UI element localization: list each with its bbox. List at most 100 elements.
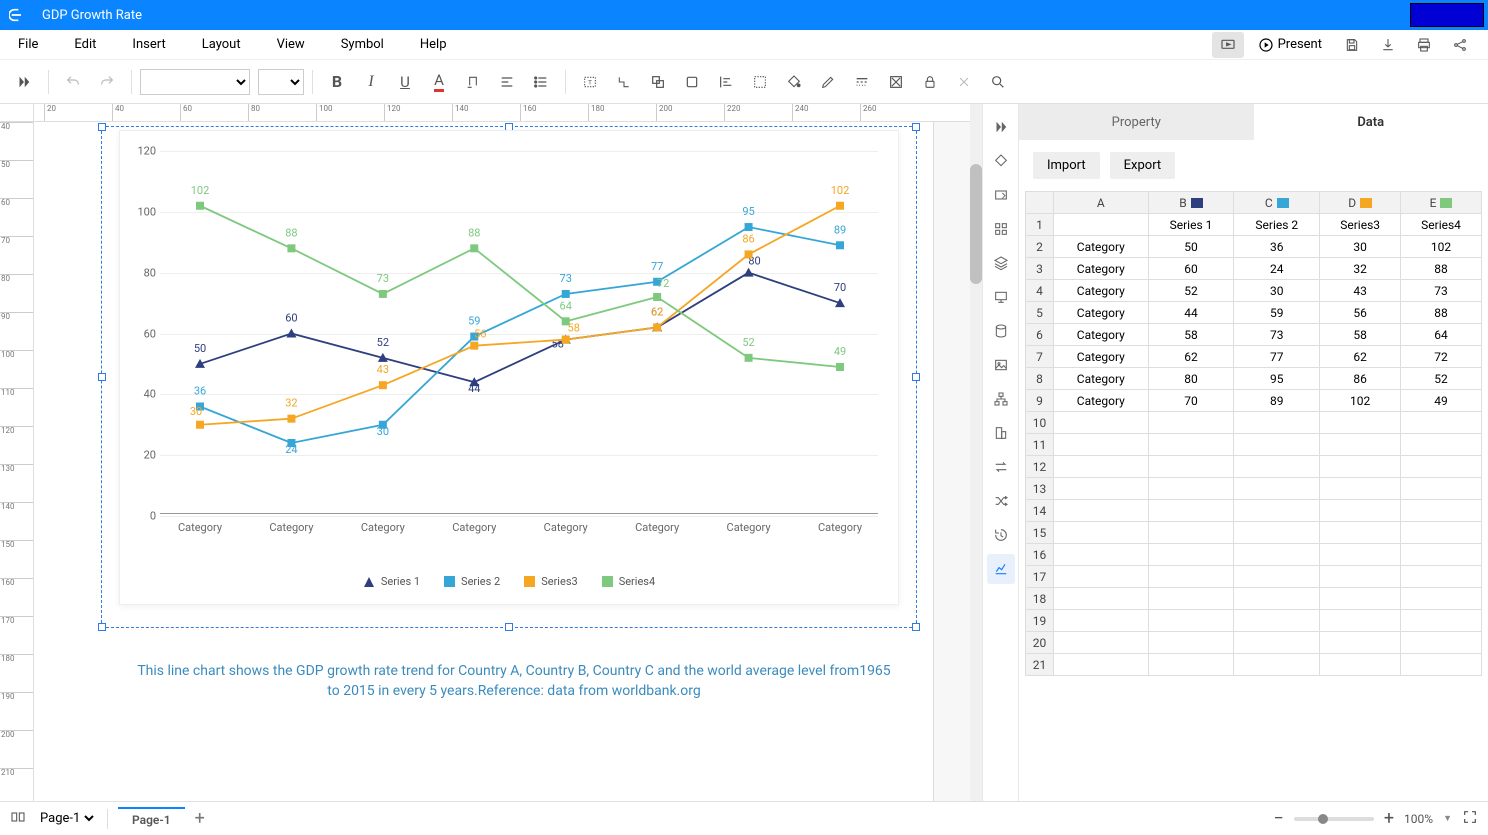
bold-icon[interactable]: B [321, 66, 353, 98]
expand-icon[interactable] [8, 66, 40, 98]
swap-panel-icon[interactable] [987, 452, 1015, 482]
ruler-horizontal: 20406080100120140160180200220240260 [34, 104, 982, 122]
panel-tabs: Property Data [1019, 104, 1488, 140]
fullscreen-icon[interactable] [1462, 809, 1478, 828]
zoom-out-button[interactable]: − [1274, 808, 1284, 829]
fill-panel-icon[interactable] [987, 146, 1015, 176]
font-family-select[interactable] [140, 69, 250, 95]
redo-icon[interactable] [91, 66, 123, 98]
add-page-button[interactable]: + [195, 808, 205, 829]
svg-text:60: 60 [285, 312, 297, 325]
svg-text:73: 73 [560, 272, 572, 285]
tools-icon[interactable] [948, 66, 980, 98]
app-logo [0, 0, 34, 30]
menubar: FileEditInsertLayoutViewSymbolHelp Prese… [0, 30, 1488, 60]
svg-text:52: 52 [742, 336, 754, 349]
chart-legend: Series 1Series 2Series3Series4 [120, 575, 898, 588]
svg-text:43: 43 [377, 363, 389, 376]
canvas[interactable]: 20406080100120140160180200220240260 4050… [0, 104, 982, 801]
svg-text:56: 56 [474, 328, 486, 341]
menu-help[interactable]: Help [402, 37, 465, 52]
svg-text:64: 64 [560, 299, 572, 312]
building-panel-icon[interactable] [987, 418, 1015, 448]
align-obj-icon[interactable] [710, 66, 742, 98]
present-button[interactable]: Present [1248, 32, 1332, 58]
document-title: GDP Growth Rate [42, 8, 142, 23]
svg-text:88: 88 [285, 226, 297, 239]
chart[interactable]: 020406080100120CategoryCategoryCategoryC… [119, 130, 899, 605]
presentation-panel-icon[interactable] [987, 282, 1015, 312]
print-icon[interactable] [1408, 32, 1440, 58]
undo-icon[interactable] [57, 66, 89, 98]
history-panel-icon[interactable] [987, 520, 1015, 550]
svg-text:102: 102 [191, 184, 210, 197]
svg-text:30: 30 [190, 405, 202, 418]
layers-panel-icon[interactable] [987, 248, 1015, 278]
zoom-slider[interactable] [1294, 817, 1374, 821]
svg-text:70: 70 [834, 281, 846, 294]
export-button[interactable]: Export [1110, 152, 1176, 179]
shape2-icon[interactable] [676, 66, 708, 98]
download-icon[interactable] [1372, 32, 1404, 58]
present-label: Present [1278, 37, 1322, 52]
data-spreadsheet[interactable]: ABCDE1Series 1Series 2Series3Series42Cat… [1019, 191, 1488, 801]
save-icon[interactable] [1336, 32, 1368, 58]
connector-icon[interactable] [608, 66, 640, 98]
line-style-icon[interactable] [846, 66, 878, 98]
menu-symbol[interactable]: Symbol [323, 37, 402, 52]
lock-icon[interactable] [914, 66, 946, 98]
svg-text:72: 72 [657, 277, 669, 290]
font-size-select[interactable] [258, 69, 304, 95]
menu-file[interactable]: File [0, 37, 56, 52]
menu-layout[interactable]: Layout [184, 37, 259, 52]
vertical-scrollbar[interactable] [970, 104, 982, 801]
import-button[interactable]: Import [1033, 152, 1100, 179]
zoom-in-button[interactable]: + [1384, 808, 1394, 829]
svg-text:32: 32 [285, 397, 297, 410]
hierarchy-panel-icon[interactable] [987, 384, 1015, 414]
menu-view[interactable]: View [259, 37, 323, 52]
data-panel-icon[interactable] [987, 316, 1015, 346]
right-panel: Property Data Import Export ABCDE1Series… [1018, 104, 1488, 801]
underline-icon[interactable]: U [389, 66, 421, 98]
collapse-panel-icon[interactable] [987, 112, 1015, 142]
page-select[interactable]: Page-1 [36, 810, 97, 827]
page-tab[interactable]: Page-1 [118, 807, 185, 831]
svg-text:44: 44 [468, 382, 480, 395]
image-panel-icon[interactable] [987, 350, 1015, 380]
search-icon[interactable] [982, 66, 1014, 98]
highlight-icon[interactable] [457, 66, 489, 98]
svg-text:T: T [588, 78, 592, 86]
shape1-icon[interactable] [642, 66, 674, 98]
font-color-icon[interactable]: A [423, 66, 455, 98]
fill-icon[interactable] [778, 66, 810, 98]
align-icon[interactable] [491, 66, 523, 98]
list-icon[interactable] [525, 66, 557, 98]
menu-insert[interactable]: Insert [114, 37, 183, 52]
export-panel-icon[interactable] [987, 180, 1015, 210]
italic-icon[interactable]: I [355, 66, 387, 98]
shuffle-panel-icon[interactable] [987, 486, 1015, 516]
checkbox-icon[interactable] [880, 66, 912, 98]
textbox-icon[interactable]: T [574, 66, 606, 98]
share-icon[interactable] [1444, 32, 1476, 58]
menu-edit[interactable]: Edit [56, 37, 114, 52]
svg-text:52: 52 [377, 336, 389, 349]
svg-text:50: 50 [194, 342, 206, 355]
side-toolbar [982, 104, 1018, 801]
window-button[interactable] [1410, 3, 1484, 27]
chart-panel-icon[interactable] [987, 554, 1015, 584]
svg-text:59: 59 [468, 315, 480, 328]
tab-data[interactable]: Data [1254, 104, 1488, 140]
zoom-value: 100% [1404, 812, 1433, 826]
slideshow-icon[interactable] [1212, 32, 1244, 58]
grid-panel-icon[interactable] [987, 214, 1015, 244]
pen-icon[interactable] [812, 66, 844, 98]
crop-icon[interactable] [744, 66, 776, 98]
svg-text:30: 30 [377, 425, 389, 438]
tab-property[interactable]: Property [1019, 104, 1254, 140]
svg-text:36: 36 [194, 385, 206, 398]
svg-text:86: 86 [742, 232, 754, 245]
svg-text:73: 73 [377, 272, 389, 285]
pages-icon[interactable] [10, 809, 26, 828]
